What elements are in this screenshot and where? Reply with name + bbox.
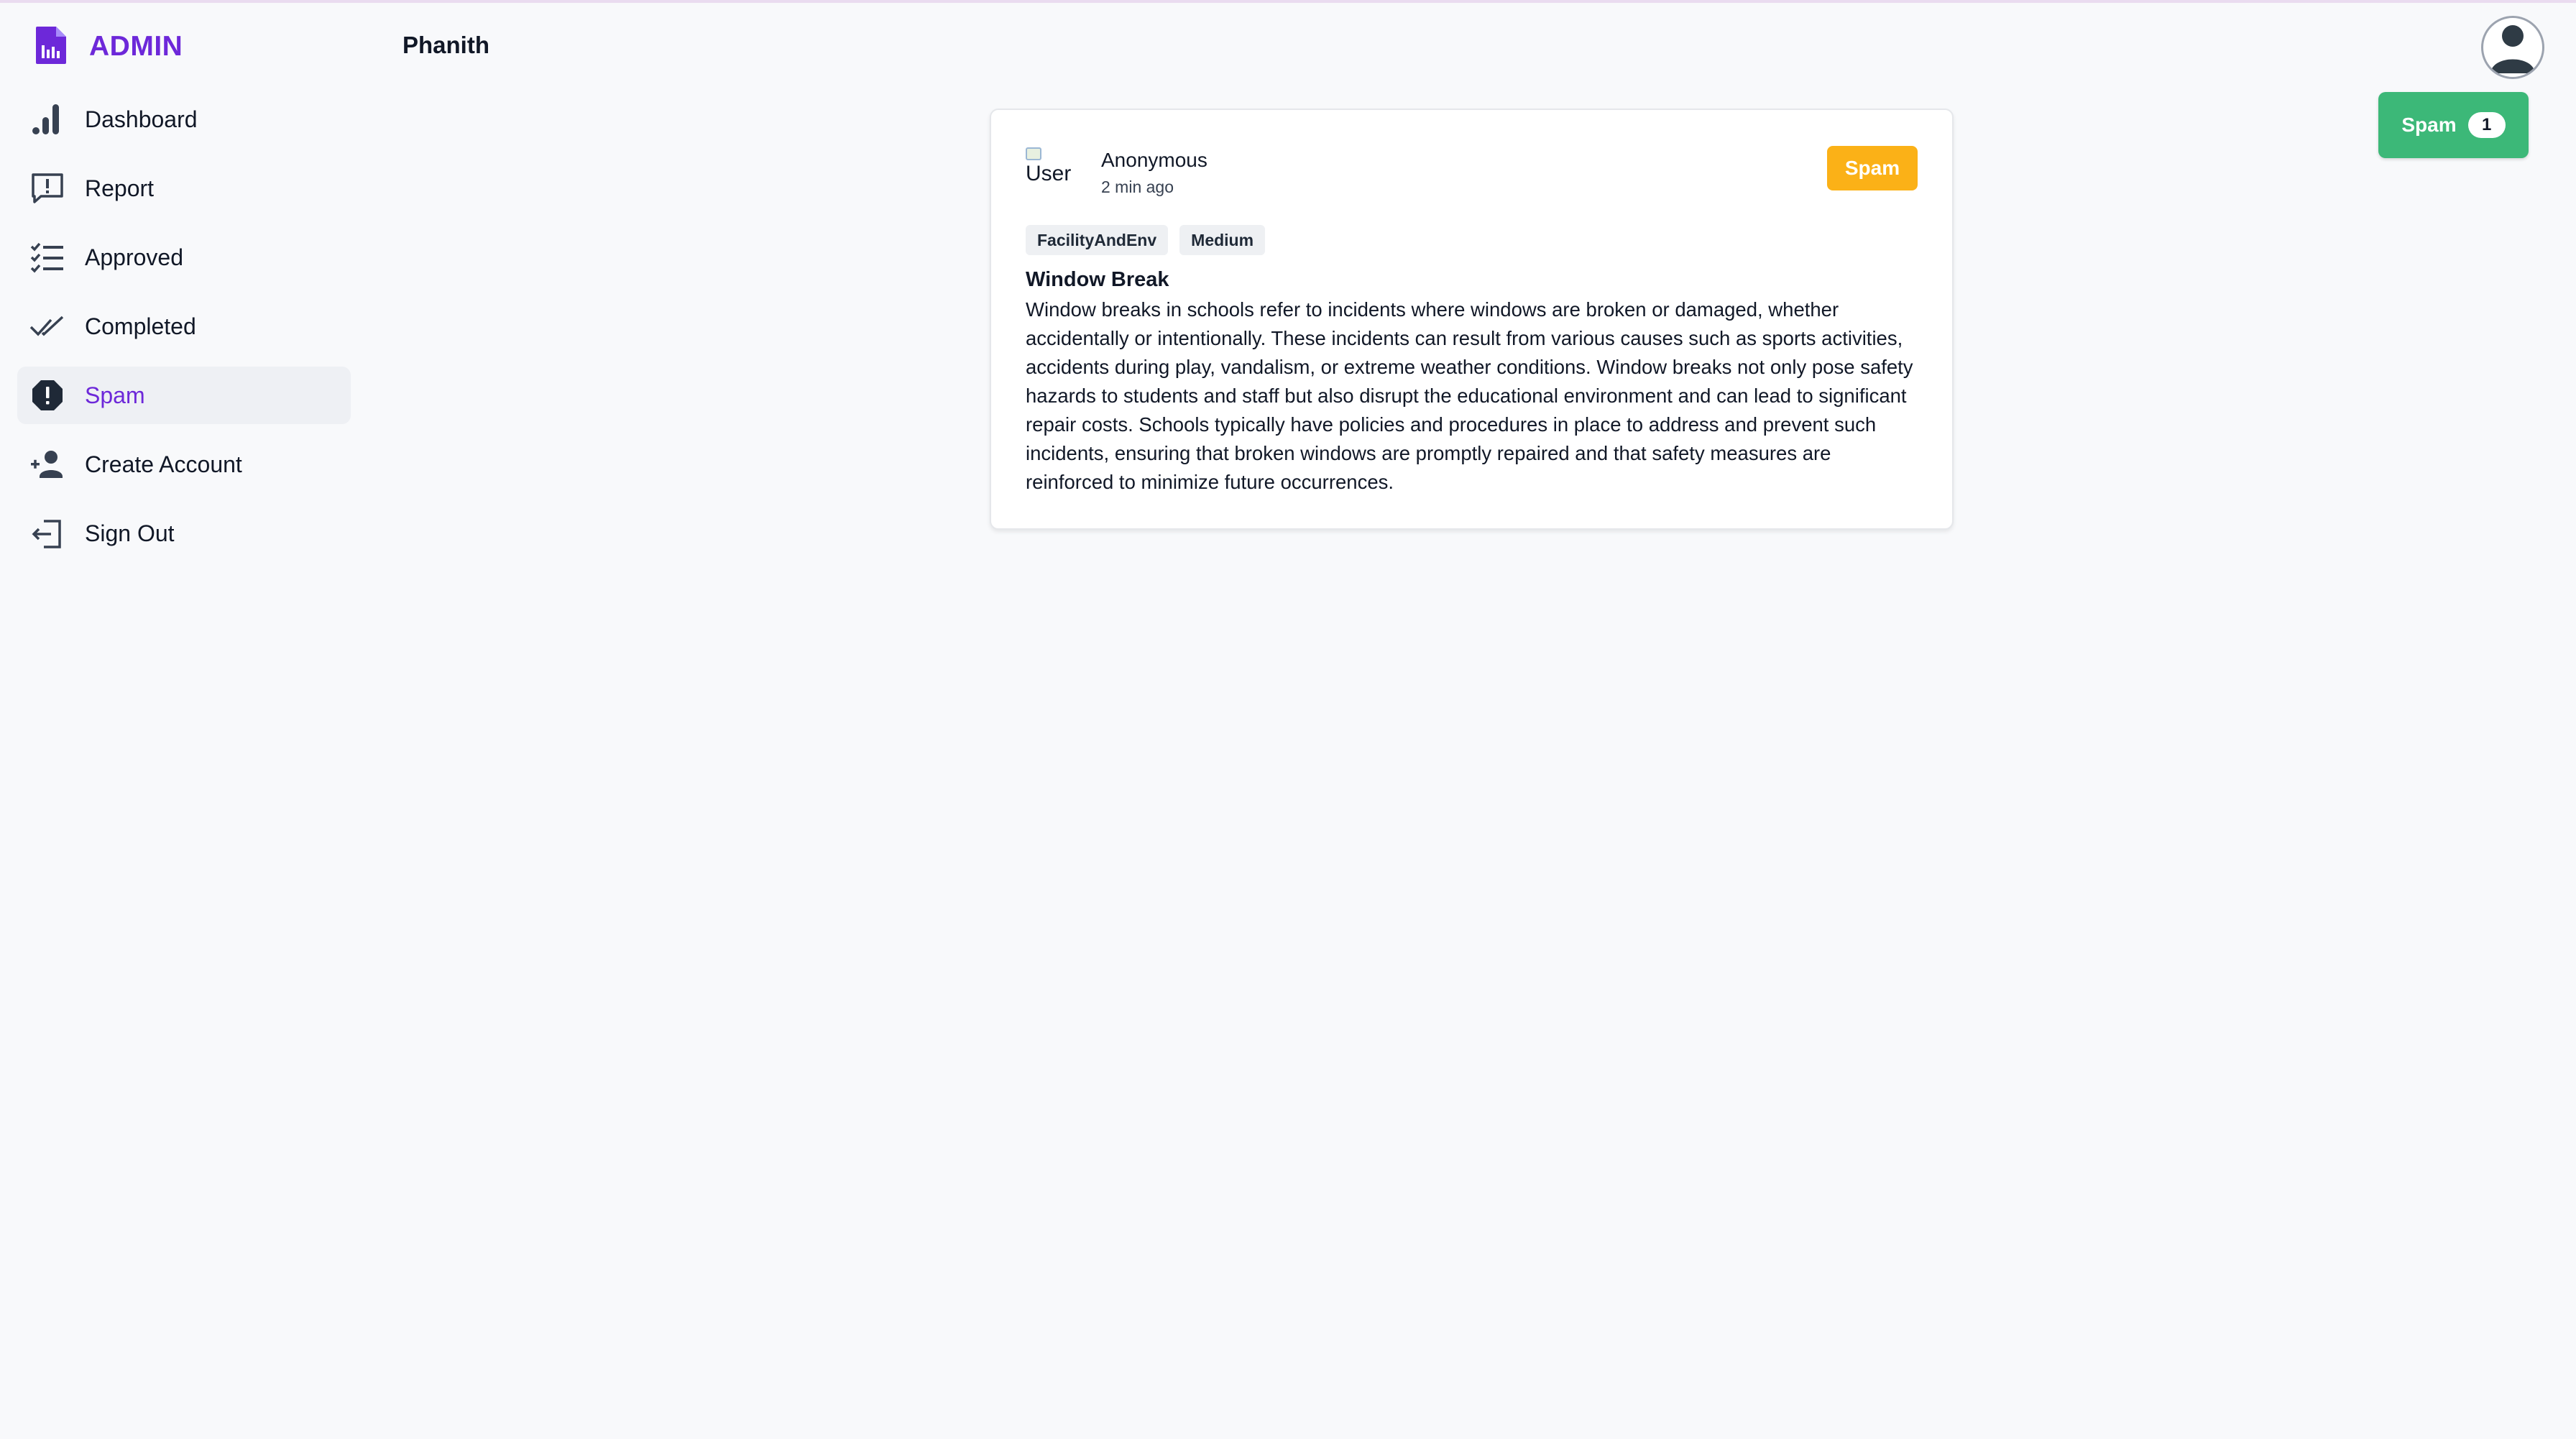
double-check-icon — [27, 306, 68, 346]
sidebar-item-label: Sign Out — [85, 520, 175, 546]
category-tag: FacilityAndEnv — [1026, 225, 1169, 255]
spam-count-button[interactable]: Spam 1 — [2378, 92, 2529, 158]
document-chart-icon — [33, 25, 69, 69]
report-description: Window breaks in schools refer to incide… — [1026, 298, 1913, 493]
sidebar-item-completed[interactable]: Completed — [17, 298, 351, 355]
reporter-image-alt: User — [1026, 162, 1072, 185]
reporter-name: Anonymous — [1101, 149, 1208, 171]
broken-image-icon — [1026, 147, 1041, 160]
brand[interactable]: ADMIN — [33, 26, 183, 68]
spam-count-badge: 1 — [2467, 112, 2506, 138]
sidebar-item-report[interactable]: Report — [17, 160, 351, 217]
profile-avatar[interactable] — [2481, 16, 2544, 79]
sidebar-item-create-account[interactable]: Create Account — [17, 436, 351, 493]
sidebar-item-dashboard[interactable]: Dashboard — [17, 91, 351, 148]
sidebar-item-label: Dashboard — [85, 106, 198, 132]
priority-tag: Medium — [1179, 225, 1266, 255]
sidebar-item-label: Completed — [85, 313, 196, 339]
sidebar-item-label: Create Account — [85, 451, 242, 477]
sidebar-item-label: Approved — [85, 244, 183, 270]
sidebar-item-spam[interactable]: Spam — [17, 367, 351, 424]
header-username: Phanith — [402, 32, 489, 58]
sidebar-item-label: Report — [85, 175, 155, 201]
bar-chart-icon — [27, 99, 68, 139]
reporter-image: User — [1026, 147, 1079, 201]
sidebar-item-approved[interactable]: Approved — [17, 229, 351, 286]
top-border — [0, 0, 2576, 3]
sidebar-nav: Dashboard Report Approved Completed Spam… — [17, 91, 351, 574]
report-message-icon — [27, 168, 68, 208]
brand-name: ADMIN — [89, 31, 183, 62]
user-avatar-icon — [2483, 18, 2542, 77]
report-card[interactable]: User Anonymous 2 min ago Spam FacilityAn… — [990, 109, 1954, 530]
sidebar-item-sign-out[interactable]: Sign Out — [17, 505, 351, 562]
status-badge: Spam — [1827, 146, 1918, 190]
sign-out-icon — [27, 513, 68, 553]
sidebar-item-label: Spam — [85, 382, 145, 408]
report-tags: FacilityAndEnv Medium — [1026, 225, 1266, 255]
spam-count-label: Spam — [2401, 114, 2457, 136]
report-time: 2 min ago — [1101, 178, 1174, 196]
add-user-icon — [27, 444, 68, 484]
sidebar: ADMIN Dashboard Report Approved Complete… — [0, 0, 367, 1439]
checklist-icon — [27, 237, 68, 277]
report-title: Window Break — [1026, 268, 1169, 291]
spam-alert-icon — [27, 375, 68, 415]
